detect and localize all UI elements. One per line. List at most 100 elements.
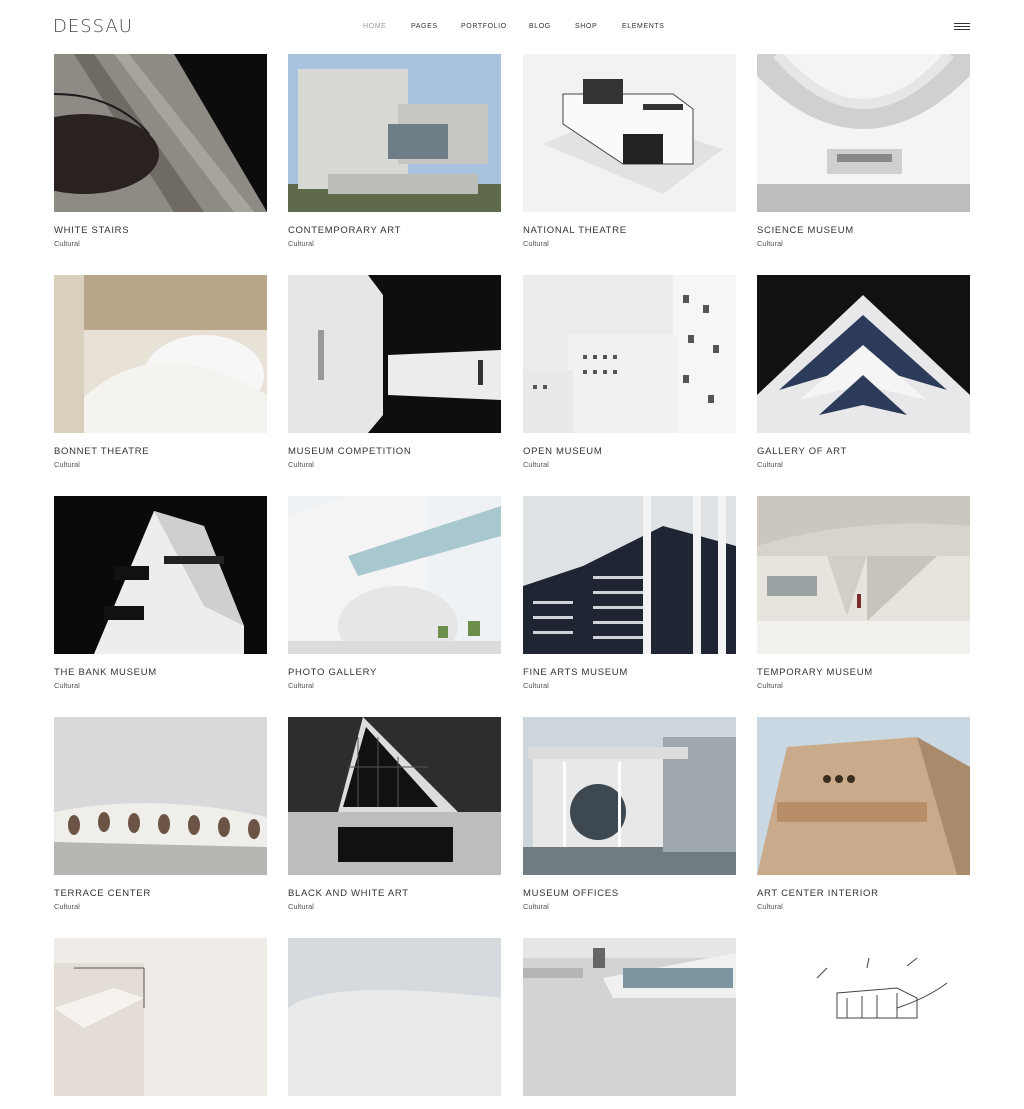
portfolio-item[interactable] bbox=[288, 938, 501, 1109]
portfolio-thumbnail[interactable] bbox=[523, 496, 736, 654]
portfolio-item[interactable]: CONTEMPORARY ART Cultural bbox=[288, 54, 501, 248]
portfolio-item[interactable]: NATIONAL THEATRE Cultural bbox=[523, 54, 736, 248]
portfolio-title[interactable]: WHITE STAIRS bbox=[54, 225, 267, 236]
portfolio-item[interactable]: PHOTO GALLERY Cultural bbox=[288, 496, 501, 690]
portfolio-title[interactable]: ART CENTER INTERIOR bbox=[757, 888, 970, 899]
portfolio-category[interactable]: Cultural bbox=[54, 460, 267, 469]
building-photo bbox=[54, 54, 267, 212]
portfolio-thumbnail[interactable] bbox=[288, 54, 501, 212]
building-photo bbox=[523, 938, 736, 1096]
site-header: DESSAU HOME PAGES PORTFOLIO BLOG SHOP EL… bbox=[0, 0, 1024, 54]
portfolio-category[interactable]: Cultural bbox=[757, 239, 970, 248]
portfolio-item[interactable]: OPEN MUSEUM Cultural bbox=[523, 275, 736, 469]
portfolio-title[interactable]: MUSEUM COMPETITION bbox=[288, 446, 501, 457]
portfolio-title[interactable]: CONTEMPORARY ART bbox=[288, 225, 501, 236]
portfolio-item[interactable]: BLACK AND WHITE ART Cultural bbox=[288, 717, 501, 911]
portfolio-thumbnail[interactable] bbox=[288, 275, 501, 433]
portfolio-item[interactable]: SCIENCE MUSEUM Cultural bbox=[757, 54, 970, 248]
portfolio-title[interactable]: BONNET THEATRE bbox=[54, 446, 267, 457]
nav-home[interactable]: HOME bbox=[363, 23, 386, 30]
portfolio-thumbnail[interactable] bbox=[757, 275, 970, 433]
portfolio-category[interactable]: Cultural bbox=[523, 239, 736, 248]
portfolio-thumbnail[interactable] bbox=[54, 54, 267, 212]
building-photo bbox=[288, 717, 501, 875]
portfolio-category[interactable]: Cultural bbox=[288, 460, 501, 469]
portfolio-thumbnail[interactable] bbox=[288, 938, 501, 1096]
building-photo bbox=[288, 496, 501, 654]
portfolio-title[interactable]: SCIENCE MUSEUM bbox=[757, 225, 970, 236]
portfolio-category[interactable]: Cultural bbox=[757, 681, 970, 690]
portfolio-item[interactable]: GALLERY OF ART Cultural bbox=[757, 275, 970, 469]
portfolio-title[interactable]: OPEN MUSEUM bbox=[523, 446, 736, 457]
building-photo bbox=[757, 54, 970, 212]
portfolio-title[interactable]: PHOTO GALLERY bbox=[288, 667, 501, 678]
portfolio-category[interactable]: Cultural bbox=[757, 902, 970, 911]
nav-shop[interactable]: SHOP bbox=[575, 23, 597, 30]
portfolio-category[interactable]: Cultural bbox=[54, 681, 267, 690]
portfolio-item[interactable]: TEMPORARY MUSEUM Cultural bbox=[757, 496, 970, 690]
portfolio-item[interactable] bbox=[523, 938, 736, 1109]
portfolio-category[interactable]: Cultural bbox=[757, 460, 970, 469]
menu-line bbox=[954, 23, 970, 24]
portfolio-title[interactable]: THE BANK MUSEUM bbox=[54, 667, 267, 678]
portfolio-thumbnail[interactable] bbox=[757, 717, 970, 875]
building-sketch bbox=[757, 938, 970, 1096]
portfolio-category[interactable]: Cultural bbox=[288, 239, 501, 248]
portfolio-category[interactable]: Cultural bbox=[523, 681, 736, 690]
portfolio-thumbnail[interactable] bbox=[757, 938, 970, 1096]
portfolio-thumbnail[interactable] bbox=[523, 54, 736, 212]
portfolio-item[interactable]: MUSEUM OFFICES Cultural bbox=[523, 717, 736, 911]
portfolio-title[interactable]: GALLERY OF ART bbox=[757, 446, 970, 457]
portfolio-category[interactable]: Cultural bbox=[288, 902, 501, 911]
building-photo bbox=[288, 54, 501, 212]
building-photo bbox=[757, 496, 970, 654]
portfolio-thumbnail[interactable] bbox=[523, 275, 736, 433]
hamburger-menu-icon[interactable] bbox=[954, 23, 970, 32]
building-photo bbox=[757, 275, 970, 433]
portfolio-item[interactable]: MUSEUM COMPETITION Cultural bbox=[288, 275, 501, 469]
building-photo bbox=[288, 275, 501, 433]
menu-line bbox=[954, 26, 970, 27]
portfolio-thumbnail[interactable] bbox=[523, 717, 736, 875]
portfolio-category[interactable]: Cultural bbox=[523, 902, 736, 911]
building-photo bbox=[523, 496, 736, 654]
portfolio-item[interactable] bbox=[757, 938, 970, 1109]
portfolio-title[interactable]: NATIONAL THEATRE bbox=[523, 225, 736, 236]
portfolio-category[interactable]: Cultural bbox=[54, 902, 267, 911]
building-photo bbox=[54, 717, 267, 875]
portfolio-thumbnail[interactable] bbox=[54, 717, 267, 875]
portfolio-thumbnail[interactable] bbox=[288, 717, 501, 875]
nav-blog[interactable]: BLOG bbox=[529, 23, 551, 30]
portfolio-thumbnail[interactable] bbox=[54, 496, 267, 654]
portfolio-thumbnail[interactable] bbox=[757, 54, 970, 212]
nav-pages[interactable]: PAGES bbox=[411, 23, 438, 30]
portfolio-thumbnail[interactable] bbox=[523, 938, 736, 1096]
portfolio-category[interactable]: Cultural bbox=[54, 239, 267, 248]
portfolio-category[interactable]: Cultural bbox=[288, 681, 501, 690]
portfolio-item[interactable]: FINE ARTS MUSEUM Cultural bbox=[523, 496, 736, 690]
portfolio-item[interactable]: ART CENTER INTERIOR Cultural bbox=[757, 717, 970, 911]
building-photo bbox=[523, 54, 736, 212]
portfolio-thumbnail[interactable] bbox=[757, 496, 970, 654]
portfolio-thumbnail[interactable] bbox=[288, 496, 501, 654]
portfolio-title[interactable]: MUSEUM OFFICES bbox=[523, 888, 736, 899]
nav-portfolio[interactable]: PORTFOLIO bbox=[461, 23, 507, 30]
building-photo bbox=[757, 717, 970, 875]
main-nav: HOME PAGES PORTFOLIO BLOG SHOP ELEMENTS bbox=[0, 23, 1024, 35]
portfolio-title[interactable]: TEMPORARY MUSEUM bbox=[757, 667, 970, 678]
portfolio-title[interactable]: TERRACE CENTER bbox=[54, 888, 267, 899]
building-photo bbox=[54, 938, 267, 1096]
portfolio-thumbnail[interactable] bbox=[54, 275, 267, 433]
nav-elements[interactable]: ELEMENTS bbox=[622, 23, 665, 30]
portfolio-title[interactable]: BLACK AND WHITE ART bbox=[288, 888, 501, 899]
building-photo bbox=[54, 275, 267, 433]
portfolio-item[interactable]: WHITE STAIRS Cultural bbox=[54, 54, 267, 248]
portfolio-title[interactable]: FINE ARTS MUSEUM bbox=[523, 667, 736, 678]
portfolio-item[interactable]: TERRACE CENTER Cultural bbox=[54, 717, 267, 911]
portfolio-item[interactable] bbox=[54, 938, 267, 1109]
portfolio-item[interactable]: BONNET THEATRE Cultural bbox=[54, 275, 267, 469]
portfolio-item[interactable]: THE BANK MUSEUM Cultural bbox=[54, 496, 267, 690]
building-photo bbox=[288, 938, 501, 1096]
portfolio-category[interactable]: Cultural bbox=[523, 460, 736, 469]
portfolio-thumbnail[interactable] bbox=[54, 938, 267, 1096]
